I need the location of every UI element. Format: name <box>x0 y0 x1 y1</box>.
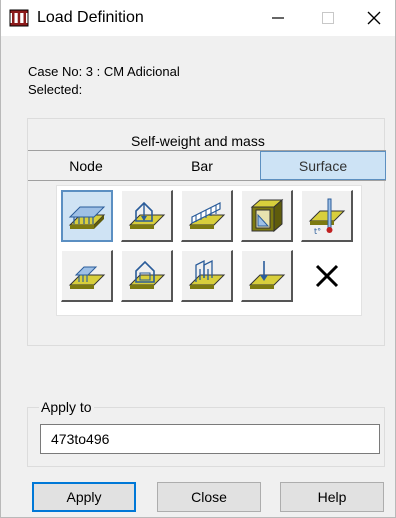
delete-load-icon <box>315 264 339 288</box>
tab-bar[interactable]: Bar <box>144 151 260 180</box>
hydrostatic-pressure-button[interactable] <box>241 190 293 242</box>
linear-load-on-edge-icon <box>188 201 225 229</box>
linear-load-on-edge-button[interactable] <box>181 190 233 242</box>
hydrostatic-pressure-icon <box>250 198 283 232</box>
linear-load-on-contour-button[interactable] <box>181 250 233 302</box>
planar-load-on-contour-button[interactable] <box>61 250 113 302</box>
help-button[interactable]: Help <box>280 482 384 512</box>
case-number-text: Case No: 3 : CM Adicional <box>28 64 180 79</box>
uniform-planar-load-button[interactable] <box>61 190 113 242</box>
close-button[interactable]: Close <box>157 482 261 512</box>
self-weight-button[interactable] <box>241 250 293 302</box>
delete-load-button[interactable] <box>301 250 353 302</box>
svg-text:t°: t° <box>314 227 321 236</box>
point-load-on-surface-button[interactable] <box>121 190 173 242</box>
tab-surface[interactable]: Surface <box>260 151 386 180</box>
uniform-planar-load-icon <box>68 206 106 229</box>
thermal-load-button[interactable]: t° <box>301 190 353 242</box>
thermal-load-icon: t° <box>308 198 345 236</box>
apply-to-label: Apply to <box>39 398 94 416</box>
surface-load-palette: t° <box>56 185 362 316</box>
tab-node[interactable]: Node <box>28 151 144 180</box>
planar-load-on-contour-icon <box>68 266 105 289</box>
self-weight-icon <box>248 260 285 289</box>
close-icon <box>367 11 381 25</box>
title-bar[interactable]: Load Definition <box>1 0 395 36</box>
window-title: Load Definition <box>37 9 144 26</box>
load-frame-icon <box>9 9 29 27</box>
minimize-button[interactable] <box>255 0 301 36</box>
minimize-icon <box>272 17 284 19</box>
point-load-on-surface-icon <box>128 201 165 229</box>
maximize-button[interactable] <box>305 0 351 36</box>
load-definition-dialog: Load Definition Case No: 3 : CM Adiciona… <box>0 0 396 518</box>
apply-button[interactable]: Apply <box>32 482 136 512</box>
point-load-on-contour-icon <box>128 260 165 289</box>
maximize-icon <box>322 12 334 24</box>
close-window-button[interactable] <box>351 0 396 36</box>
tabs-divider <box>28 180 386 181</box>
linear-load-on-contour-icon <box>188 259 225 289</box>
self-weight-and-mass-tab[interactable]: Self-weight and mass <box>131 133 265 149</box>
point-load-on-contour-button[interactable] <box>121 250 173 302</box>
apply-to-input[interactable] <box>40 424 380 454</box>
selected-text: Selected: <box>28 82 83 97</box>
